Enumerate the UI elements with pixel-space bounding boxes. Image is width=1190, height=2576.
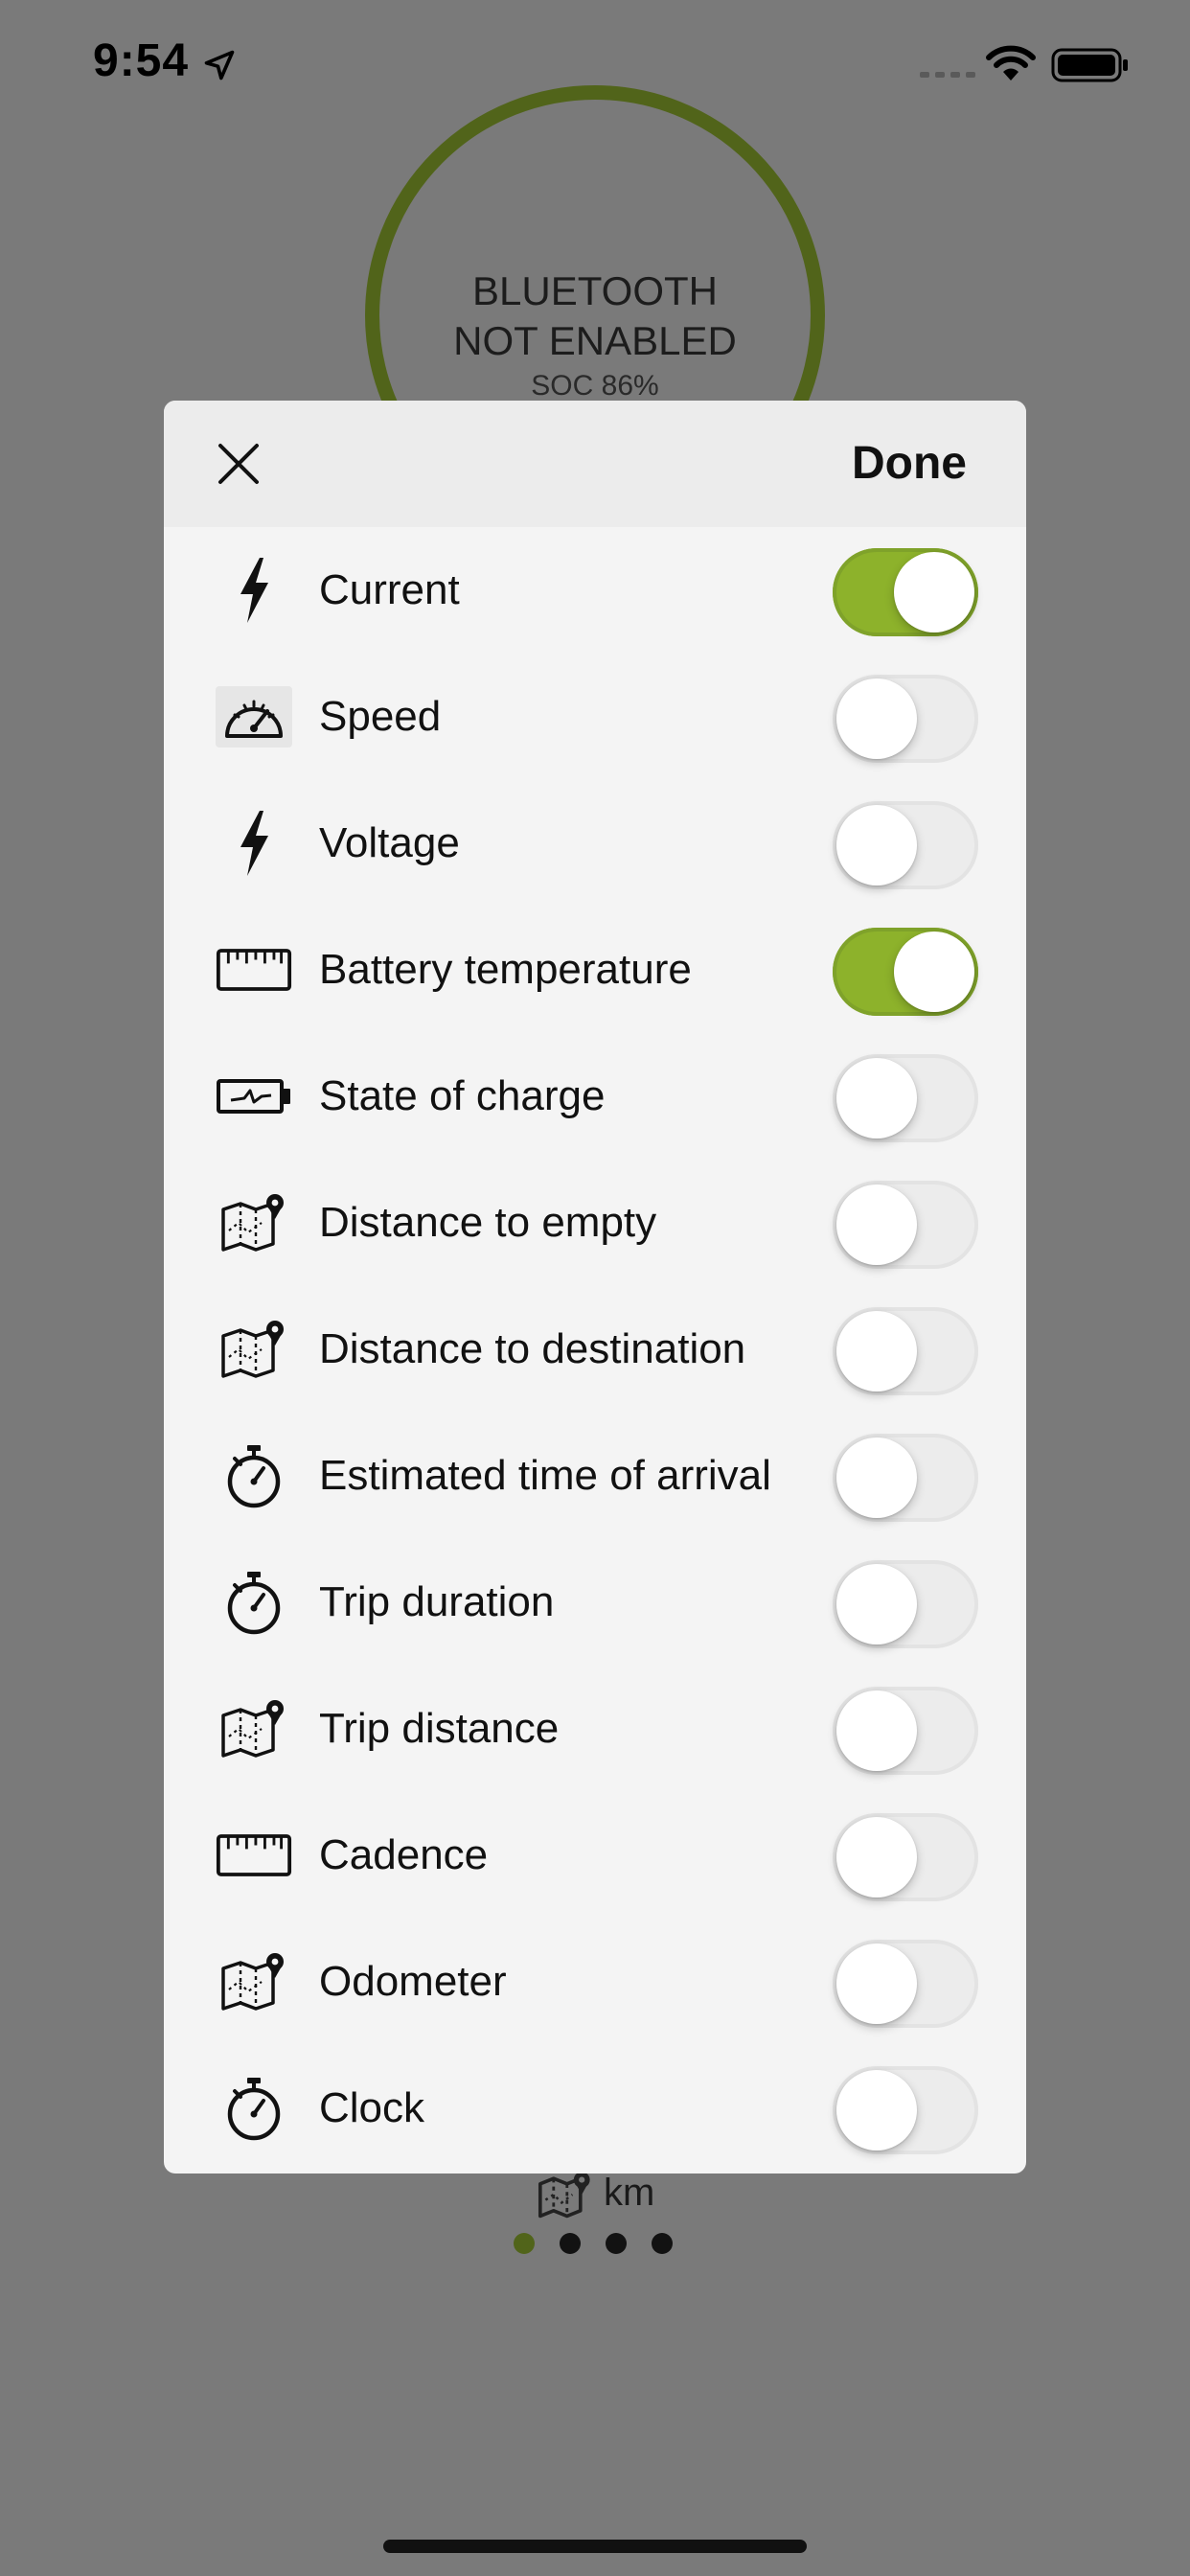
toggle-switch[interactable]: [833, 2066, 978, 2154]
item-label: Current: [319, 566, 460, 613]
map-pin-icon: [216, 1315, 292, 1384]
item-label: Odometer: [319, 1958, 507, 2005]
list-item[interactable]: Voltage: [164, 780, 1026, 907]
list-item[interactable]: Trip distance: [164, 1666, 1026, 1792]
gauge-title: BLUETOOTH NOT ENABLED: [365, 266, 825, 366]
item-label: Cadence: [319, 1831, 489, 1878]
toggle-switch[interactable]: [833, 801, 978, 889]
item-label: Trip distance: [319, 1705, 560, 1752]
close-button[interactable]: [202, 427, 275, 500]
gauge-title-line1: BLUETOOTH: [472, 268, 718, 313]
toggle-knob: [836, 1311, 917, 1392]
location-arrow-icon: [204, 50, 235, 80]
toggle-switch[interactable]: [833, 928, 978, 1016]
list-item[interactable]: Trip duration: [164, 1539, 1026, 1666]
close-icon: [218, 444, 259, 484]
list-item[interactable]: Cadence: [164, 1792, 1026, 1919]
list-item[interactable]: Odometer: [164, 1919, 1026, 2045]
toggle-switch[interactable]: [833, 1054, 978, 1142]
toggle-knob: [836, 805, 917, 886]
list-item[interactable]: Battery temperature: [164, 907, 1026, 1033]
page-dot-3[interactable]: [606, 2233, 627, 2254]
toggle-knob: [836, 1817, 917, 1898]
list-item[interactable]: Clock: [164, 2045, 1026, 2172]
toggle-knob: [836, 678, 917, 759]
toggle-switch[interactable]: [833, 1940, 978, 2028]
item-label: Trip duration: [319, 1578, 555, 1625]
page-dot-1[interactable]: [514, 2233, 535, 2254]
map-pin-icon: [538, 2172, 590, 2219]
list-item[interactable]: Distance to destination: [164, 1286, 1026, 1413]
page-indicator[interactable]: [514, 2233, 676, 2256]
toggle-knob: [836, 1438, 917, 1518]
battery-charge-icon: [216, 1062, 292, 1131]
list-item[interactable]: Current: [164, 527, 1026, 654]
toggle-knob: [836, 2070, 917, 2150]
item-label: Clock: [319, 2084, 425, 2131]
toggle-knob: [894, 552, 974, 632]
item-label: Battery temperature: [319, 946, 692, 993]
map-pin-icon: [216, 1947, 292, 2016]
toggle-knob: [836, 1564, 917, 1644]
toggle-switch[interactable]: [833, 675, 978, 763]
item-label: Distance to destination: [319, 1325, 746, 1372]
lightning-bolt-icon: [216, 809, 292, 878]
display-fields-modal: Done Current Speed Voltage Battery temperat…: [164, 401, 1026, 2174]
battery-icon: [1051, 48, 1128, 82]
modal-header: Done: [164, 401, 1026, 527]
speedometer-icon: [216, 682, 292, 751]
page-dot-2[interactable]: [560, 2233, 581, 2254]
toggle-switch[interactable]: [833, 1560, 978, 1648]
toggle-knob: [836, 1690, 917, 1771]
toggle-knob: [894, 932, 974, 1012]
ruler-icon: [216, 935, 292, 1004]
item-label: Estimated time of arrival: [319, 1452, 771, 1499]
field-list: Current Speed Voltage Battery temperature St…: [164, 527, 1026, 2172]
stopwatch-icon: [216, 1441, 292, 1510]
toggle-switch[interactable]: [833, 1687, 978, 1775]
done-button[interactable]: Done: [852, 437, 967, 490]
map-pin-icon: [216, 1694, 292, 1763]
map-pin-icon: [216, 1188, 292, 1257]
footer-unit: km: [604, 2172, 655, 2214]
toggle-switch[interactable]: [833, 548, 978, 636]
toggle-knob: [836, 1944, 917, 2024]
stopwatch-icon: [216, 1568, 292, 1637]
toggle-switch[interactable]: [833, 1434, 978, 1522]
lightning-bolt-icon: [216, 556, 292, 625]
gauge-soc: SOC 86%: [531, 370, 659, 402]
stopwatch-icon: [216, 2074, 292, 2143]
toggle-switch[interactable]: [833, 1813, 978, 1901]
list-item[interactable]: Estimated time of arrival: [164, 1413, 1026, 1539]
toggle-switch[interactable]: [833, 1307, 978, 1395]
list-item[interactable]: Speed: [164, 654, 1026, 780]
ruler-icon: [216, 1821, 292, 1890]
item-label: State of charge: [319, 1072, 606, 1119]
status-time: 9:54: [93, 35, 190, 86]
gauge-title-line2: NOT ENABLED: [453, 318, 737, 363]
toggle-switch[interactable]: [833, 1181, 978, 1269]
cellular-signal-icon: [920, 72, 975, 78]
wifi-icon: [986, 45, 1036, 80]
home-indicator[interactable]: [383, 2540, 807, 2553]
item-label: Voltage: [319, 819, 460, 866]
page-dot-4[interactable]: [652, 2233, 673, 2254]
toggle-knob: [836, 1058, 917, 1138]
item-label: Distance to empty: [319, 1199, 657, 1246]
item-label: Speed: [319, 693, 442, 740]
toggle-knob: [836, 1184, 917, 1265]
list-item[interactable]: Distance to empty: [164, 1160, 1026, 1286]
list-item[interactable]: State of charge: [164, 1033, 1026, 1160]
